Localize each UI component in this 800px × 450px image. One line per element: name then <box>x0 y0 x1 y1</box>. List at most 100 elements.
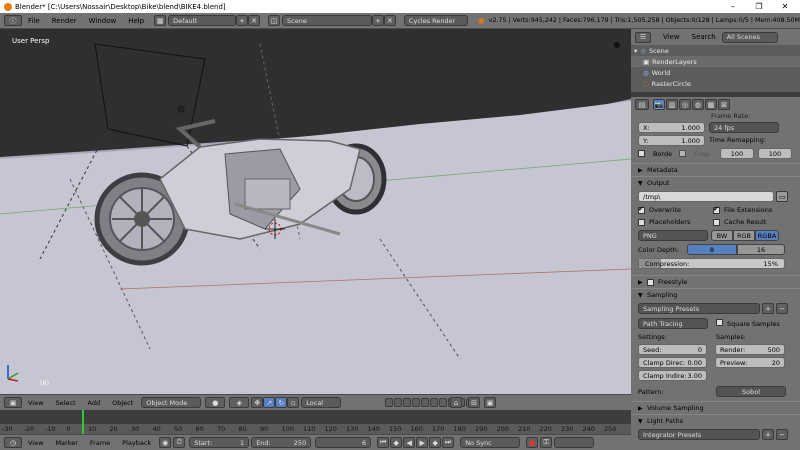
constraints-tab-icon[interactable]: ⊠ <box>718 99 730 110</box>
remove-scene-button[interactable]: ✕ <box>383 15 396 26</box>
add-scene-button[interactable]: + <box>371 15 384 26</box>
panel-light-paths[interactable]: ▼ Light Paths <box>631 414 800 427</box>
editor-type-icon[interactable]: ◷ <box>4 437 22 448</box>
menu-search[interactable]: Search <box>686 33 722 41</box>
timeline-area[interactable]: -30 -20 -10 0 10 20 30 40 50 60 70 80 90 100 110 120 130… <box>0 410 631 434</box>
add-preset-icon[interactable]: + <box>762 303 774 314</box>
clamp-direct-field[interactable]: Clamp Direc: 0.00 <box>638 357 707 368</box>
maximize-button[interactable]: ❐ <box>746 0 772 13</box>
panel-output[interactable]: ▼ Output <box>631 176 800 189</box>
sync-select[interactable]: No Sync <box>460 437 521 448</box>
add-screen-button[interactable]: + <box>236 15 249 26</box>
mode-select[interactable]: Object Mode <box>141 397 202 408</box>
cache-result-checkbox[interactable] <box>713 218 720 226</box>
remove-screen-button[interactable]: ✕ <box>248 15 261 26</box>
pivot-icon[interactable]: ◈ <box>229 397 250 408</box>
next-keyframe-icon[interactable]: ◆ <box>429 437 442 448</box>
file-extensions-checkbox[interactable] <box>713 205 720 214</box>
bw-button[interactable]: BW <box>711 230 733 241</box>
folder-icon[interactable]: ▭ <box>776 191 788 202</box>
keying-set-field[interactable] <box>554 437 595 448</box>
integrator-presets-select[interactable]: Integrator Presets <box>638 429 760 440</box>
shading-icon[interactable]: ● <box>205 397 226 408</box>
menu-render[interactable]: Render <box>46 17 83 25</box>
panel-sampling[interactable]: ▼ Sampling <box>631 288 800 301</box>
render-tab-icon[interactable]: 📷 <box>653 99 665 110</box>
record-icon[interactable]: ● <box>526 437 539 448</box>
object-tab-icon[interactable]: ▦ <box>705 99 717 110</box>
world-tab-icon[interactable]: ◍ <box>692 99 704 110</box>
integrator-select[interactable]: Path Tracing <box>638 318 708 329</box>
clamp-indirect-field[interactable]: Clamp Indire: 3.00 <box>638 370 707 381</box>
outliner-filter-select[interactable]: All Scenes <box>721 31 778 43</box>
seed-field[interactable]: Seed: 0 <box>638 344 707 355</box>
pattern-select[interactable]: Sobol <box>716 386 786 397</box>
output-path-field[interactable]: /tmp\ <box>638 191 774 202</box>
keying-set-icon[interactable]: ⚿ <box>540 437 553 448</box>
preview-samples-field[interactable]: Preview: 20 <box>715 357 785 368</box>
menu-window[interactable]: Window <box>83 17 123 25</box>
menu-view[interactable]: View <box>22 399 49 407</box>
properties-panel[interactable]: Frame Rate: X: 1.000 24 fps Y: 1.000 Time … <box>631 112 800 450</box>
border-checkbox[interactable] <box>638 150 645 157</box>
orientation-select[interactable]: Local <box>301 397 342 408</box>
placeholders-checkbox[interactable] <box>638 218 645 226</box>
compression-slider[interactable]: Compression: 15% <box>638 258 785 269</box>
menu-object[interactable]: Object <box>106 399 139 407</box>
menu-view[interactable]: View <box>657 33 686 41</box>
menu-add[interactable]: Add <box>82 399 107 407</box>
render-engine-select[interactable]: Cycles Render <box>403 15 468 26</box>
camera-icon[interactable]: ◉ <box>159 437 172 448</box>
3d-viewport[interactable]: User Persp (6) <box>0 29 631 394</box>
menu-frame[interactable]: Frame <box>84 439 116 447</box>
remove-preset-icon[interactable]: − <box>776 429 788 440</box>
minimize-button[interactable]: – <box>720 0 746 13</box>
menu-help[interactable]: Help <box>122 17 150 25</box>
panel-metadata[interactable]: ▶ Metadata <box>631 163 800 176</box>
menu-file[interactable]: File <box>22 17 46 25</box>
depth-8-button[interactable]: 8 <box>687 244 737 255</box>
prev-keyframe-icon[interactable]: ◆ <box>390 437 403 448</box>
scale-icon[interactable]: ▫ <box>287 397 300 408</box>
preview-range-icon[interactable]: ⏱ <box>173 437 186 448</box>
scene-select[interactable]: Scene <box>282 15 372 26</box>
rotate-icon[interactable]: ↻ <box>275 397 288 408</box>
translate-icon[interactable]: ↗ <box>263 397 276 408</box>
panel-freestyle[interactable]: ▶ Freestyle <box>631 275 800 288</box>
outliner-item-renderlayers[interactable]: ▣ RenderLayers <box>631 56 800 67</box>
render-preview-icon[interactable]: ▣ <box>484 397 496 408</box>
snap-icon[interactable]: ⊟ <box>468 397 480 408</box>
square-samples-checkbox[interactable] <box>716 319 723 326</box>
close-button[interactable]: ✕ <box>772 0 798 13</box>
editor-type-icon[interactable]: ⓘ <box>4 15 22 26</box>
menu-select[interactable]: Select <box>49 399 81 407</box>
fps-select[interactable]: 24 fps <box>709 122 779 133</box>
scene-icon[interactable]: ◫ <box>268 15 281 26</box>
menu-view[interactable]: View <box>22 439 49 447</box>
outliner-item-rastercircle[interactable]: ◌ RasterCircle <box>631 78 800 89</box>
rgb-button[interactable]: RGB <box>733 230 755 241</box>
aspect-y-field[interactable]: Y: 1.000 <box>638 135 705 146</box>
overwrite-checkbox[interactable] <box>638 205 645 214</box>
menu-playback[interactable]: Playback <box>116 439 157 447</box>
outliner-item-scene[interactable]: ▾ ◎ Scene <box>631 45 800 56</box>
editor-type-icon[interactable]: ☰ <box>635 31 651 43</box>
remap-old-field[interactable]: 100 <box>720 148 754 159</box>
manipulator-icon[interactable]: ✥ <box>251 397 264 408</box>
play-reverse-icon[interactable]: ◀ <box>403 437 416 448</box>
add-preset-icon[interactable]: + <box>762 429 774 440</box>
start-frame-field[interactable]: Start: 1 <box>189 437 250 448</box>
freestyle-checkbox[interactable] <box>647 278 654 286</box>
outliner[interactable]: ▾ ◎ Scene ▣ RenderLayers ◍ World ◌ RasterCirc… <box>631 45 800 92</box>
play-icon[interactable]: ▶ <box>416 437 429 448</box>
depth-16-button[interactable]: 16 <box>737 244 785 255</box>
editor-type-icon[interactable]: ▣ <box>4 397 22 408</box>
scene-tab-icon[interactable]: ◎ <box>679 99 691 110</box>
file-format-select[interactable]: PNG <box>638 230 708 241</box>
aspect-x-field[interactable]: X: 1.000 <box>638 122 705 133</box>
remove-preset-icon[interactable]: − <box>776 303 788 314</box>
menu-marker[interactable]: Marker <box>49 439 83 447</box>
remap-new-field[interactable]: 100 <box>758 148 792 159</box>
current-frame-field[interactable]: 6 <box>315 437 372 448</box>
current-frame-indicator[interactable] <box>82 410 84 434</box>
